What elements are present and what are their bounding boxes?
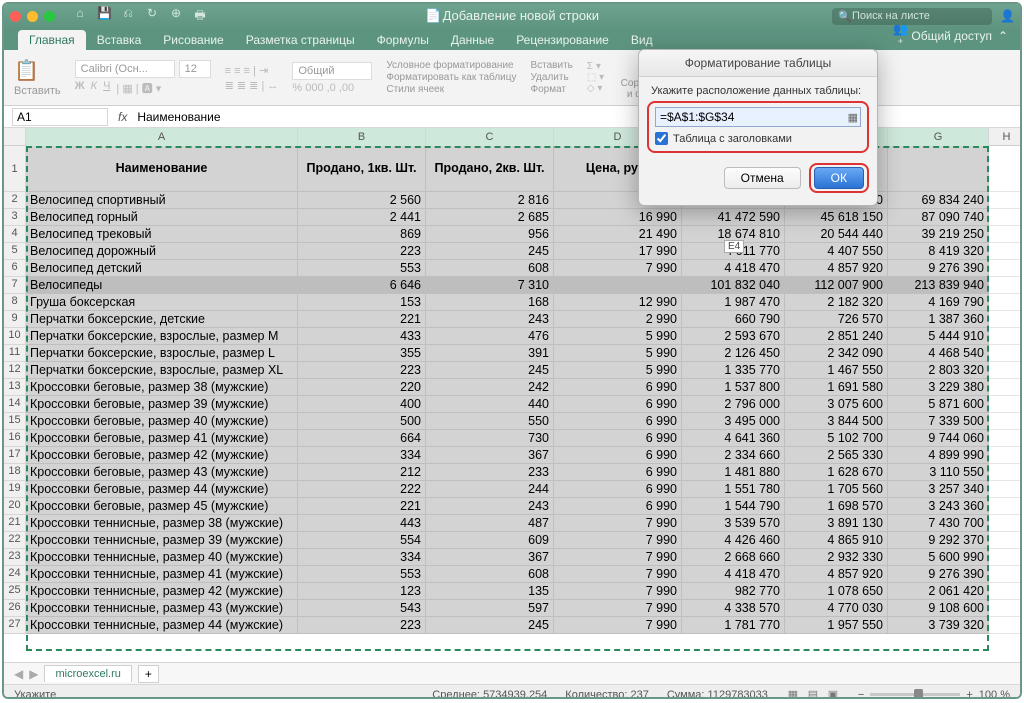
size-combo[interactable]: 12 [179, 60, 211, 78]
range-input[interactable]: =$A$1:$G$34▦ [655, 107, 861, 127]
formula-text[interactable]: Наименование [137, 110, 220, 124]
sheet-tab[interactable]: microexcel.ru [44, 665, 131, 682]
share-button[interactable]: 👥⁺Общий доступ⌃ [893, 22, 1020, 50]
tab-home[interactable]: Главная [18, 30, 86, 50]
format-as-table-dialog: Форматирование таблицы Укажите расположе… [638, 49, 878, 206]
cell-ref-tag: E4 [724, 240, 744, 253]
headers-checkbox[interactable]: Таблица с заголовками [655, 132, 861, 145]
titlebar: ⌂💾⎌↻⊕🖶 📄 Добавление новой строки 🔍Поиск … [4, 4, 1020, 28]
window-controls[interactable] [10, 11, 55, 22]
cancel-button[interactable]: Отмена [724, 167, 801, 189]
share-icon: 👥⁺ [893, 22, 907, 50]
home-icon: ⌂ [73, 6, 87, 27]
sheet-grid[interactable]: 1НаименованиеПродано, 1кв. Шт.Продано, 2… [4, 146, 1020, 662]
search-icon: 🔍 [838, 10, 852, 23]
save-icon: 💾 [97, 6, 111, 27]
status-bar: Укажите Среднее: 5734939,254 Количество:… [4, 684, 1020, 699]
tab-insert[interactable]: Вставка [86, 30, 153, 50]
sheet-tabs: ◀▶ microexcel.ru + [4, 662, 1020, 684]
name-box[interactable] [12, 108, 108, 126]
qat[interactable]: ⌂💾⎌↻⊕🖶 [73, 6, 207, 27]
tab-view[interactable]: Вид [620, 30, 664, 50]
dialog-instruction: Укажите расположение данных таблицы: [639, 77, 877, 101]
doc-icon: 📄 [425, 8, 439, 24]
user-icon[interactable]: 👤 [1000, 9, 1014, 23]
tab-formulas[interactable]: Формулы [366, 30, 440, 50]
window-title: Добавление новой строки [443, 8, 599, 23]
range-picker-icon: ▦ [848, 111, 858, 124]
status-mode: Укажите [14, 689, 56, 700]
font-combo[interactable]: Calibri (Осн... [75, 60, 175, 78]
tab-layout[interactable]: Разметка страницы [235, 30, 366, 50]
ok-button[interactable]: ОК [814, 167, 864, 189]
fx-icon[interactable]: fx [118, 110, 127, 124]
tab-draw[interactable]: Рисование [152, 30, 234, 50]
ribbon-tabs: Главная Вставка Рисование Разметка стран… [4, 28, 1020, 50]
numfmt-combo[interactable]: Общий [292, 62, 372, 80]
tab-data[interactable]: Данные [440, 30, 505, 50]
tab-review[interactable]: Рецензирование [505, 30, 620, 50]
paste-group: 📋Вставить [14, 58, 61, 97]
zoom-slider[interactable]: −+100 % [858, 689, 1010, 700]
dialog-title: Форматирование таблицы [639, 50, 877, 77]
add-sheet-button[interactable]: + [138, 665, 159, 683]
